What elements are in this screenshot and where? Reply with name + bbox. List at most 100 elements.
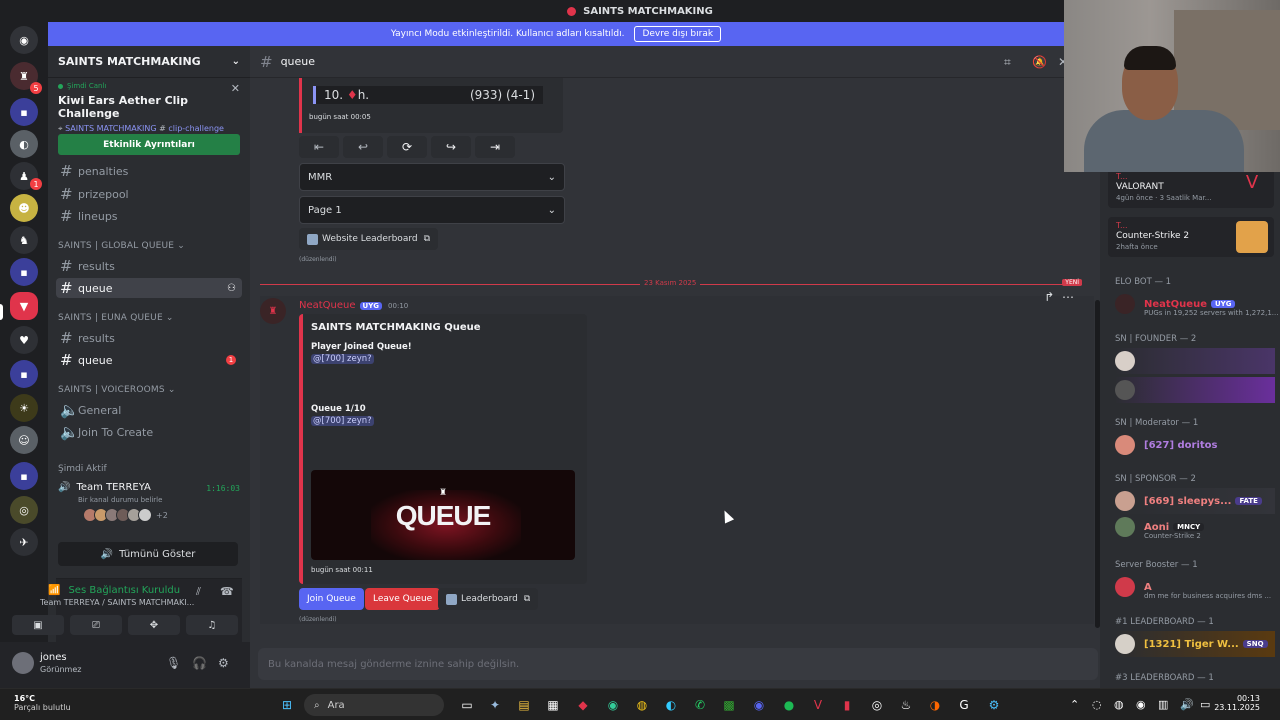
server-icon[interactable]: ☻ [10, 194, 38, 222]
member-item[interactable]: [669] sleepys... FATE [1115, 488, 1275, 514]
tray-icon[interactable]: ◌ [1092, 698, 1102, 711]
active-voice-channel[interactable]: 🔊 Team TERREYA 1:16:03 Bir kanal durumu b… [58, 482, 240, 528]
member-item[interactable] [1115, 377, 1275, 403]
whatsapp-icon[interactable]: ✆ [691, 696, 709, 714]
notifications-icon[interactable]: 🔕 [1032, 55, 1047, 69]
channel-global-queue[interactable]: # queue ⚇ [56, 278, 242, 298]
server-header[interactable]: SAINTS MATCHMAKING ⌄ [48, 46, 250, 78]
disconnect-icon[interactable]: ☎ [220, 585, 234, 598]
app-icon[interactable]: ◉ [604, 696, 622, 714]
avatar[interactable]: ♜ [260, 298, 286, 324]
category-voicerooms[interactable]: SAINTS | VOICEROOMS ⌄ [58, 385, 176, 395]
channel-penalties[interactable]: # penalties [56, 161, 242, 181]
next-page-button[interactable]: ↪ [431, 136, 471, 158]
tray-icon[interactable]: ◉ [1136, 698, 1146, 711]
member-item[interactable]: NeatQueue UYG PUGs in 19,252 servers with … [1115, 291, 1278, 317]
add-member-icon[interactable]: ⚇ [227, 283, 236, 294]
more-icon[interactable]: ⋯ [1062, 290, 1074, 304]
member-item[interactable]: [627] doritos [1115, 432, 1275, 458]
channel-lineups[interactable]: # lineups [56, 206, 242, 226]
app-icon[interactable]: G [955, 696, 973, 714]
app-icon[interactable]: ▩ [720, 696, 738, 714]
saints-server-icon[interactable]: ▼ [10, 292, 38, 320]
app-icon[interactable]: ◆ [574, 696, 592, 714]
channel-global-results[interactable]: # results [56, 256, 242, 276]
headphones-icon[interactable]: 🎧 [192, 656, 207, 670]
server-icon[interactable]: ♥ [10, 326, 38, 354]
folder-icon[interactable]: ▪ [10, 258, 38, 286]
member-item[interactable]: [1321] Tiger W... SNQ [1115, 631, 1275, 657]
channel-status[interactable]: Bir kanal durumu belirle [78, 496, 240, 504]
edge-icon[interactable]: ◐ [662, 696, 680, 714]
category-global-queue[interactable]: SAINTS | GLOBAL QUEUE ⌄ [58, 241, 185, 251]
chrome-icon[interactable]: ◍ [633, 696, 651, 714]
leave-queue-button[interactable]: Leave Queue [365, 588, 441, 610]
refresh-button[interactable]: ⟳ [387, 136, 427, 158]
app-icon[interactable]: ▮ [838, 696, 856, 714]
copilot-icon[interactable]: ✦ [486, 696, 504, 714]
activity-card[interactable]: T... VALORANT 4gün önce · 3 Saatlik Mar...… [1108, 168, 1274, 208]
network-icon[interactable]: ▥ [1158, 698, 1168, 711]
spotify-icon[interactable]: ● [780, 696, 798, 714]
leaderboard-button[interactable]: Leaderboard ⧉ [438, 588, 539, 610]
valorant-icon[interactable]: V [809, 696, 827, 714]
battery-icon[interactable]: ▭ [1200, 698, 1210, 711]
server-icon[interactable]: ◎ [10, 496, 38, 524]
forward-icon[interactable]: ↱ [1044, 290, 1054, 304]
member-item[interactable]: Adm me for business acquires dms ... [1115, 574, 1275, 600]
voice-location[interactable]: Team TERREYA / SAINTS MATCHMAKI... [40, 598, 194, 607]
last-page-button[interactable]: ⇥ [475, 136, 515, 158]
server-icon[interactable]: ✈ [10, 528, 38, 556]
volume-icon[interactable]: 🔊 [1180, 698, 1194, 711]
mmr-select[interactable]: MMR ⌄ [299, 163, 565, 191]
voice-channel-general[interactable]: 🔈 General [56, 400, 242, 420]
show-all-button[interactable]: 🔊 Tümünü Göster [58, 542, 238, 566]
tray-icon[interactable]: ◍ [1114, 698, 1124, 711]
app-icon[interactable]: ◑ [926, 696, 944, 714]
settings-icon[interactable]: ⚙ [985, 696, 1003, 714]
channel-euna-queue[interactable]: # queue 1 [56, 350, 242, 370]
steam-icon[interactable]: ♨ [897, 696, 915, 714]
close-icon[interactable]: ✕ [231, 82, 240, 95]
activity-card[interactable]: T... Counter-Strike 2 2hafta önce [1108, 217, 1274, 257]
camera-off-button[interactable]: ▣ [12, 615, 64, 635]
start-icon[interactable]: ⊞ [278, 696, 296, 714]
member-item[interactable] [1115, 348, 1275, 374]
event-details-button[interactable]: Etkinlik Ayrıntıları [58, 134, 240, 155]
disable-streamer-mode-button[interactable]: Devre dışı bırak [634, 26, 722, 42]
taskbar-clock[interactable]: 00:13 23.11.2025 [1214, 694, 1260, 712]
discord-home-icon[interactable]: ◉ [10, 26, 38, 54]
website-leaderboard-button[interactable]: Website Leaderboard ⧉ [299, 228, 439, 250]
voice-status[interactable]: Ses Bağlantısı Kuruldu [68, 585, 180, 596]
member-item[interactable]: Aoni MNCY Counter-Strike 2 [1115, 514, 1275, 540]
server-icon[interactable]: ☺ [10, 426, 38, 454]
channel-prizepool[interactable]: # prizepool [56, 184, 242, 204]
screen-share-button[interactable]: ⎚ [70, 615, 122, 635]
weather-widget[interactable]: 16°C Parçalı bulutlu [14, 694, 71, 712]
folder-icon[interactable]: ▪ [10, 462, 38, 490]
channel-euna-results[interactable]: # results [56, 328, 242, 348]
gear-icon[interactable]: ⚙ [218, 656, 229, 670]
discord-icon[interactable]: ◉ [750, 696, 768, 714]
microphone-icon[interactable]: 🎙 [166, 656, 181, 670]
username[interactable]: jones [40, 652, 67, 663]
app-icon[interactable]: ◎ [868, 696, 886, 714]
queue-banner-image[interactable]: ♜ QUEUE [311, 470, 575, 560]
first-page-button[interactable]: ⇤ [299, 136, 339, 158]
chevron-up-icon[interactable]: ⌃ [1070, 698, 1079, 711]
folder-icon[interactable]: ▪ [10, 360, 38, 388]
server-icon[interactable]: ☀ [10, 394, 38, 422]
avatar[interactable] [12, 652, 34, 674]
task-view-icon[interactable]: ▭ [458, 696, 476, 714]
previous-page-button[interactable]: ↩ [343, 136, 383, 158]
event-channel[interactable]: clip-challenge [168, 124, 224, 133]
server-icon[interactable]: ◐ [10, 130, 38, 158]
activities-button[interactable]: ✥ [128, 615, 180, 635]
file-explorer-icon[interactable]: ▤ [515, 696, 533, 714]
soundboard-button[interactable]: ♫ [186, 615, 238, 635]
author-name[interactable]: NeatQueue [299, 300, 356, 311]
category-euna-queue[interactable]: SAINTS | EUNA QUEUE ⌄ [58, 313, 174, 323]
noise-suppression-icon[interactable]: ⫽ [196, 585, 201, 599]
threads-icon[interactable]: ⌗ [1004, 55, 1011, 70]
page-select[interactable]: Page 1 ⌄ [299, 196, 565, 224]
